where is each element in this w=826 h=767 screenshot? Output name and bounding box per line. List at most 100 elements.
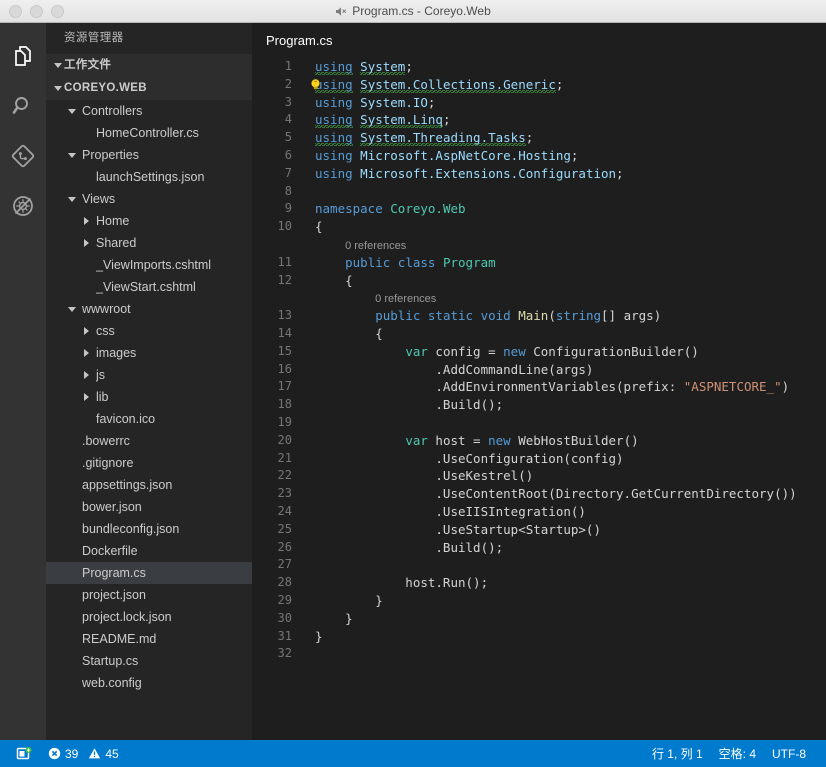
code-token: Microsoft.Extensions.Configuration	[360, 165, 617, 181]
code-token: {	[315, 272, 353, 288]
activity-item-search[interactable]	[0, 81, 46, 131]
line-number: 29	[277, 592, 292, 607]
tree-item-label: css	[96, 324, 115, 338]
line-number: 24	[277, 503, 292, 518]
tree-file[interactable]: .gitignore	[46, 452, 252, 474]
code-token: using	[315, 94, 353, 110]
line-number: 11	[277, 254, 292, 269]
tree-file[interactable]: .bowerrc	[46, 430, 252, 452]
tab-program-cs[interactable]: Program.cs	[252, 23, 347, 58]
activity-item-debug[interactable]	[0, 181, 46, 231]
code-line: 18 .Build();	[252, 396, 826, 414]
line-number: 4	[284, 112, 292, 127]
code-token: void	[480, 308, 511, 324]
tree-item-label: Dockerfile	[82, 544, 138, 558]
tree-file[interactable]: README.md	[46, 628, 252, 650]
code-line: 6 using Microsoft.AspNetCore.Hosting;	[252, 147, 826, 165]
tree-item-label: project.json	[82, 588, 146, 602]
line-number: 12	[277, 272, 292, 287]
tree-file[interactable]: project.json	[46, 584, 252, 606]
status-encoding[interactable]: UTF-8	[764, 740, 814, 767]
tree-folder[interactable]: Shared	[46, 232, 252, 254]
code-token: }	[315, 610, 353, 626]
line-number: 10	[277, 219, 292, 234]
code-token: )	[781, 379, 790, 395]
status-problems-button[interactable]: 39 45	[40, 740, 127, 767]
code-token: ;	[427, 94, 436, 110]
tree-file[interactable]: project.lock.json	[46, 606, 252, 628]
tree-folder[interactable]: Properties	[46, 144, 252, 166]
tree-folder[interactable]: Home	[46, 210, 252, 232]
tree-file[interactable]: bower.json	[46, 496, 252, 518]
code-line: 3 using System.IO;	[252, 94, 826, 112]
code-token: .UseIISIntegration()	[315, 503, 586, 519]
tree-file[interactable]: Dockerfile	[46, 540, 252, 562]
chevron-down-icon	[52, 86, 64, 91]
sidebar-section-project-root[interactable]: COREYO.WEB	[46, 77, 252, 100]
code-line: 20 var host = new WebHostBuilder()	[252, 432, 826, 450]
code-line-content	[301, 645, 826, 663]
code-line: 24 .UseIISIntegration()	[252, 503, 826, 521]
tree-folder[interactable]: images	[46, 342, 252, 364]
code-editor[interactable]: 1 using System; 2 using System.Collections.…	[252, 58, 826, 740]
code-line: 12 {	[252, 272, 826, 290]
line-number: 23	[277, 486, 292, 501]
codelens-label[interactable]: 0 references	[345, 240, 406, 252]
tree-file[interactable]: appsettings.json	[46, 474, 252, 496]
tree-file[interactable]: launchSettings.json	[46, 166, 252, 188]
tree-file[interactable]: Program.cs	[46, 562, 252, 584]
tree-file[interactable]: web.config	[46, 672, 252, 694]
line-number: 32	[277, 646, 292, 661]
code-line: 22 .UseKestrel()	[252, 467, 826, 485]
tree-item-label: lib	[96, 390, 109, 404]
status-bar-right: 行 1, 列 1 空格: 4 UTF-8	[644, 740, 826, 767]
code-token: ;	[405, 59, 413, 74]
codelens-label[interactable]: 0 references	[375, 293, 436, 305]
tree-folder[interactable]: Controllers	[46, 100, 252, 122]
sidebar-section-working-files[interactable]: 工作文件	[46, 54, 252, 77]
tree-item-label: _ViewStart.cshtml	[96, 280, 196, 294]
activity-item-source-control[interactable]	[0, 131, 46, 181]
minimize-button[interactable]	[30, 4, 43, 18]
zoom-button[interactable]	[51, 4, 64, 18]
code-line: 30 }	[252, 610, 826, 628]
tree-item-label: images	[96, 346, 137, 360]
code-line-content: .AddCommandLine(args)	[301, 361, 826, 379]
activity-item-explorer[interactable]	[0, 31, 46, 81]
line-number: 2	[284, 76, 292, 91]
status-cursor-position[interactable]: 行 1, 列 1	[644, 740, 711, 767]
code-token: ;	[525, 130, 534, 146]
code-token: WebHostBuilder()	[510, 432, 639, 448]
tree-folder[interactable]: css	[46, 320, 252, 342]
code-line: 15 var config = new ConfigurationBuilder…	[252, 343, 826, 361]
code-line-content: using System;	[301, 58, 826, 76]
window-title-group: Program.cs - Coreyo.Web	[0, 0, 826, 22]
tree-file[interactable]: favicon.ico	[46, 408, 252, 430]
tree-file[interactable]: Startup.cs	[46, 650, 252, 672]
tree-file[interactable]: _ViewImports.cshtml	[46, 254, 252, 276]
tree-item-label: bower.json	[82, 500, 142, 514]
tree-file[interactable]: HomeController.cs	[46, 122, 252, 144]
code-line-content: public class Program	[301, 254, 826, 272]
chevron-down-icon	[66, 306, 78, 312]
status-indentation[interactable]: 空格: 4	[711, 740, 764, 767]
tree-folder[interactable]: lib	[46, 386, 252, 408]
chevron-right-icon	[80, 349, 92, 357]
code-token: .Build();	[315, 539, 504, 555]
code-line-content: using System.IO;	[301, 94, 826, 112]
line-number: 19	[277, 414, 292, 429]
tree-folder[interactable]: wwwroot	[46, 298, 252, 320]
tree-folder[interactable]: Views	[46, 188, 252, 210]
tree-item-label: HomeController.cs	[96, 126, 199, 140]
chevron-down-icon	[66, 152, 78, 158]
status-remote-button[interactable]	[8, 740, 40, 767]
chevron-right-icon	[80, 327, 92, 335]
close-button[interactable]	[9, 4, 22, 18]
tree-file[interactable]: bundleconfig.json	[46, 518, 252, 540]
tree-file[interactable]: _ViewStart.cshtml	[46, 276, 252, 298]
tree-folder[interactable]: js	[46, 364, 252, 386]
code-token: using	[315, 165, 353, 181]
code-token: host =	[427, 432, 489, 448]
code-token: ;	[616, 165, 624, 181]
